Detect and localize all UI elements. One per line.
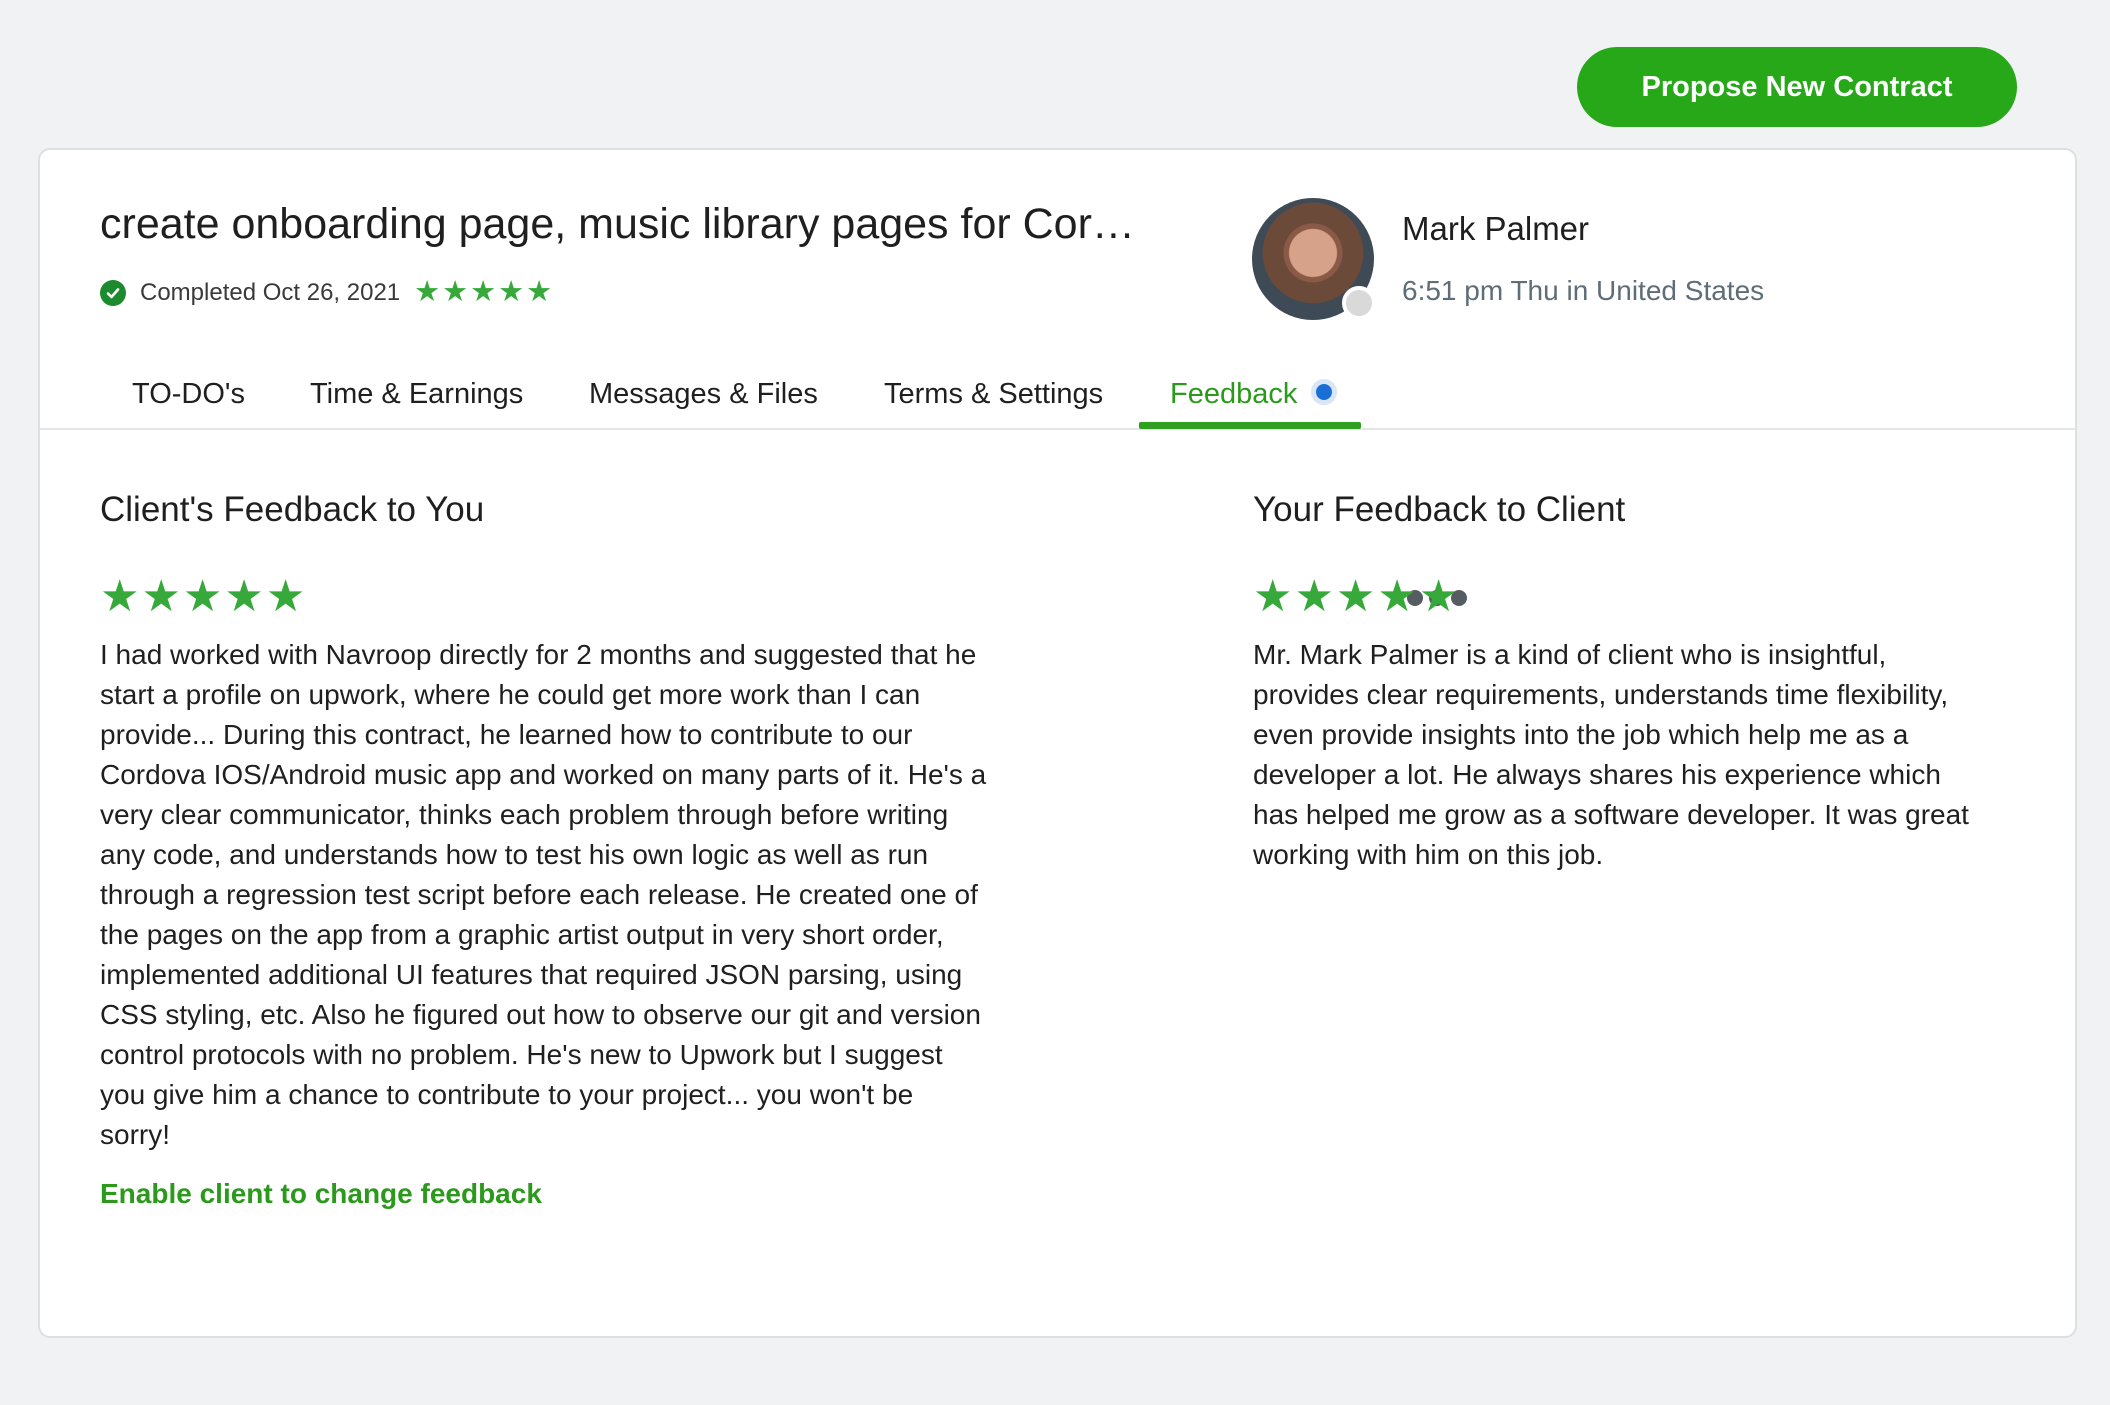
star-icon: ★ xyxy=(1335,572,1376,621)
tab-terms-settings[interactable]: Terms & Settings xyxy=(884,360,1103,430)
feedback-line: implemented additional UI features that … xyxy=(100,959,963,990)
job-rating-stars: ★ ★ ★ ★ ★ xyxy=(414,278,552,307)
star-icon: ★ xyxy=(442,276,469,308)
feedback-line: very clear communicator, thinks each pro… xyxy=(100,799,949,830)
feedback-line: provide... During this contract, he lear… xyxy=(100,719,913,750)
enable-change-feedback-link[interactable]: Enable client to change feedback xyxy=(100,1178,542,1210)
active-tab-indicator xyxy=(1139,422,1361,429)
online-status-indicator xyxy=(1342,286,1376,320)
tab-label: Messages & Files xyxy=(589,378,818,410)
tab-messages-files[interactable]: Messages & Files xyxy=(589,360,818,430)
feedback-line: provides clear requirements, understands… xyxy=(1253,679,1949,710)
tab-label: Terms & Settings xyxy=(884,378,1104,410)
feedback-line: working with him on this job. xyxy=(1253,839,1604,870)
star-icon: ★ xyxy=(1418,572,1459,621)
star-icon: ★ xyxy=(265,572,306,621)
client-feedback-text: I had worked with Navroop directly for 2… xyxy=(100,635,986,1155)
tab-label: Time & Earnings xyxy=(310,378,524,410)
star-icon: ★ xyxy=(470,276,497,308)
star-icon: ★ xyxy=(224,572,264,621)
star-icon: ★ xyxy=(1294,572,1334,621)
feedback-line: through a regression test script before … xyxy=(100,879,978,910)
star-icon: ★ xyxy=(498,276,525,308)
star-icon: ★ xyxy=(100,572,140,621)
feedback-line: any code, and understands how to test hi… xyxy=(100,839,929,870)
feedback-line: control protocols with no problem. He's … xyxy=(100,1039,943,1070)
your-feedback-stars: ★ ★ ★ ★ ★ xyxy=(1253,575,1458,619)
your-feedback-text: Mr. Mark Palmer is a kind of client who … xyxy=(1253,635,1969,875)
tab-label: Feedback xyxy=(1170,378,1298,410)
star-icon: ★ xyxy=(141,572,181,621)
client-feedback-stars: ★ ★ ★ ★ ★ xyxy=(100,575,305,619)
feedback-line: sorry! xyxy=(100,1119,170,1150)
star-icon: ★ xyxy=(1377,572,1417,621)
contract-tabs: TO-DO's Time & Earnings Messages & Files… xyxy=(40,360,2075,606)
notification-dot xyxy=(1311,379,1338,405)
client-avatar[interactable] xyxy=(1252,198,1376,320)
star-icon: ★ xyxy=(526,276,553,308)
check-circle-icon xyxy=(100,279,126,306)
feedback-line: even provide insights into the job which… xyxy=(1253,719,1909,750)
star-icon: ★ xyxy=(414,276,441,308)
star-icon: ★ xyxy=(1253,572,1293,621)
feedback-line: you give him a chance to contribute to y… xyxy=(100,1079,914,1110)
client-local-time: 6:51 pm Thu in United States xyxy=(1402,275,1765,306)
propose-new-contract-button[interactable]: Propose New Contract xyxy=(1577,47,2017,127)
tab-label: TO-DO's xyxy=(132,378,245,410)
feedback-line: Cordova IOS/Android music app and worked… xyxy=(100,759,987,790)
feedback-line: I had worked with Navroop directly for 2… xyxy=(100,639,977,670)
feedback-line: start a profile on upwork, where he coul… xyxy=(100,679,921,710)
feedback-line: Mr. Mark Palmer is a kind of client who … xyxy=(1253,639,1887,670)
feedback-line: has helped me grow as a software develop… xyxy=(1253,799,1969,830)
contract-card: create onboarding page, music library pa… xyxy=(38,148,2077,1338)
feedback-line: CSS styling, etc. Also he figured out ho… xyxy=(100,999,981,1030)
job-title: create onboarding page, music library pa… xyxy=(100,200,1135,248)
tab-feedback[interactable]: Feedback xyxy=(1170,360,1338,430)
client-name[interactable]: Mark Palmer xyxy=(1402,210,1589,248)
tab-todos[interactable]: TO-DO's xyxy=(132,360,245,430)
feedback-line: developer a lot. He always shares his ex… xyxy=(1253,759,1941,790)
star-icon: ★ xyxy=(182,572,223,621)
job-status-row: Completed Oct 26, 2021 ★ ★ ★ ★ ★ xyxy=(100,278,552,307)
job-status-text: Completed Oct 26, 2021 xyxy=(140,278,401,306)
client-feedback-heading: Client's Feedback to You xyxy=(100,490,485,529)
tab-time-earnings[interactable]: Time & Earnings xyxy=(310,360,523,430)
feedback-line: the pages on the app from a graphic arti… xyxy=(100,919,944,950)
your-feedback-heading: Your Feedback to Client xyxy=(1253,490,1626,529)
